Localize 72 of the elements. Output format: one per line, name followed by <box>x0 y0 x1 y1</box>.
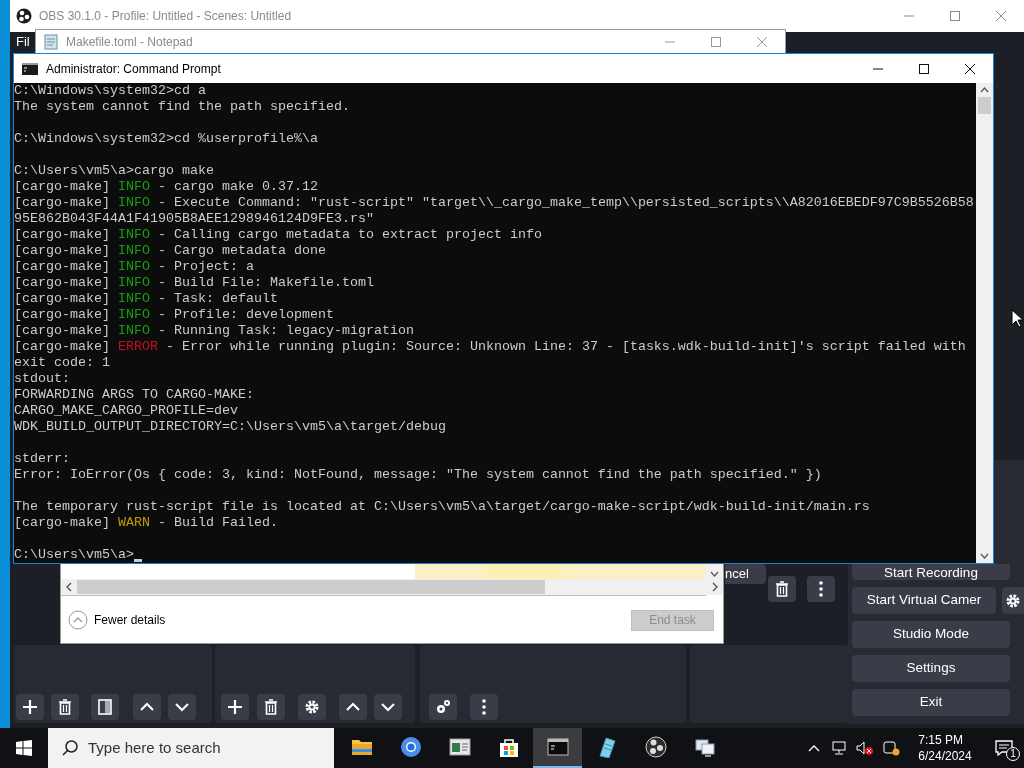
console-line: [cargo-make] INFO - Task: default <box>14 291 278 307</box>
console-line: Error: IoError(Os { code: 3, kind: NotFound, message: "The system cannot find the path specified." }) <box>14 467 822 483</box>
console-line: The system cannot find the path specified. <box>14 99 350 115</box>
console-line: CARGO_MAKE_CARGO_PROFILE=dev <box>14 403 238 419</box>
windows-icon[interactable] <box>16 740 32 756</box>
trash-icon[interactable] <box>56 698 74 716</box>
settings-icon[interactable] <box>303 698 321 716</box>
console-line: [cargo-make] INFO - Calling cargo metadata to extract project info <box>14 227 542 243</box>
plus-icon[interactable] <box>21 698 39 716</box>
console-line: FORWARDING ARGS TO CARGO-MAKE: <box>14 387 254 403</box>
console-line: [cargo-make] INFO - Project: a <box>14 259 254 275</box>
console-line: stdout: <box>14 371 70 387</box>
control-button[interactable]: Exit <box>852 689 1010 716</box>
console-line: [cargo-make] INFO - Execute Command: "rust-script" "target\\_cargo_make_temp\\persisted_scripts\\A82016EBEDF97C9B5526B58 <box>14 195 974 211</box>
console-line: C:\Windows\system32>cd a <box>14 83 206 99</box>
notification-icon[interactable] <box>995 740 1013 756</box>
fewer-details-link[interactable]: Fewer details <box>94 611 166 629</box>
search-field[interactable]: Type here to search <box>88 736 318 760</box>
console-line: C:\Users\vm5\a>cargo make <box>14 163 214 179</box>
menu-item[interactable]: Fil <box>16 32 30 52</box>
vertical-scrollbar[interactable] <box>976 83 993 563</box>
console-line: exit code: 1 <box>14 355 110 371</box>
control-button[interactable]: Start Recording <box>852 564 1010 580</box>
gears-icon[interactable] <box>434 698 452 716</box>
scrollbar-thumb[interactable] <box>77 580 545 594</box>
filter-icon[interactable] <box>96 698 114 716</box>
console-icon <box>22 62 38 75</box>
scrollbar-thumb[interactable] <box>978 97 991 114</box>
pointer-icon <box>1011 309 1023 328</box>
control-button[interactable]: Studio Mode <box>852 621 1010 648</box>
notification-count: 1 <box>1006 747 1020 761</box>
window-icon[interactable] <box>448 736 471 758</box>
console-line: [cargo-make] INFO - Cargo metadata done <box>14 243 326 259</box>
console-line: stderr: <box>14 451 70 467</box>
control-button[interactable]: Settings <box>852 655 1010 682</box>
console-line: The temporary rust-script file is located at C:\Users\vm5\a\target/cargo-make-script/wdk-build-init/main.rs <box>14 499 870 515</box>
console-line: C:\Windows\system32>cd %userprofile%\a <box>14 131 318 147</box>
console-line: [cargo-make] INFO - Build File: Makefile.toml <box>14 275 374 291</box>
browser-icon[interactable] <box>399 736 422 758</box>
clock[interactable]: 7:15 PM 6/24/2024 <box>906 732 984 764</box>
console-line: 95E862B043F44A1F41905B8AEE1298946124D9FE3.rs" <box>14 211 374 227</box>
control-button[interactable]: Start Virtual Camer <box>852 587 996 614</box>
console-line: [cargo-make] INFO - Profile: development <box>14 307 334 323</box>
console-line: C:\Users\vm5\a> <box>14 547 134 563</box>
horizontal-scrollbar[interactable] <box>61 579 723 595</box>
trash-icon[interactable] <box>773 580 791 598</box>
network-icon[interactable] <box>832 740 848 756</box>
computers-icon[interactable] <box>693 736 716 758</box>
obs-logo-icon <box>16 8 32 24</box>
volume-muted-icon[interactable] <box>856 740 874 756</box>
console-line: [cargo-make] ERROR - Error while running plugin: Source: Unknown Line: 37 - [tasks.wdk-build-init]'s script failed with <box>14 339 966 355</box>
search-icon <box>61 739 79 757</box>
console-line: WDK_BUILD_OUTPUT_DIRECTORY=C:\Users\vm5\a\target/debug <box>14 419 446 435</box>
close-icon[interactable] <box>965 63 975 74</box>
trash-icon[interactable] <box>262 698 280 716</box>
console-line: [cargo-make] WARN - Build Failed. <box>14 515 278 531</box>
console-line: [cargo-make] INFO - Running Task: legacy-migration <box>14 323 414 339</box>
cancel-button[interactable]: ncel <box>725 564 766 584</box>
device-warning-icon[interactable] <box>882 740 900 756</box>
search-bar[interactable]: Type here to search <box>48 728 334 768</box>
console-line: [cargo-make] INFO - cargo make 0.37.12 <box>14 179 318 195</box>
maximize-icon[interactable] <box>919 63 929 74</box>
notepad-icon <box>44 33 58 50</box>
plus-icon[interactable] <box>226 698 244 716</box>
shopping-bag-icon[interactable] <box>497 736 520 758</box>
window-title: Makefile.toml - Notepad <box>66 33 193 51</box>
taskbar-app[interactable] <box>533 728 582 768</box>
chevron-down-icon[interactable] <box>710 571 719 577</box>
window-title: OBS 30.1.0 - Profile: Untitled - Scenes: Untitled <box>39 8 292 25</box>
console-icon[interactable] <box>546 736 569 758</box>
window-title: Administrator: Command Prompt <box>46 60 221 78</box>
obs-logo-icon[interactable] <box>644 736 667 758</box>
